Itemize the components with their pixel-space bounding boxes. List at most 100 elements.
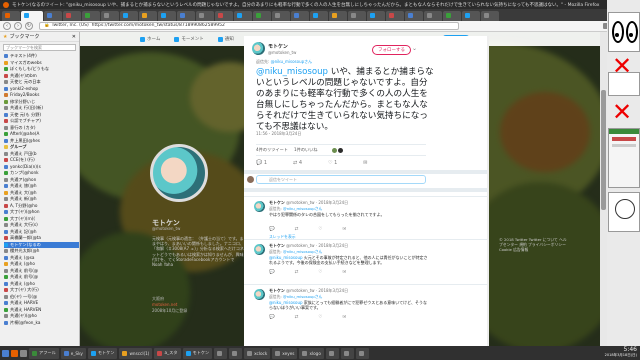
xclock-window[interactable] [608, 192, 640, 232]
taskbar-task[interactable]: xclock [244, 347, 271, 359]
taskbar-task[interactable]: e_Sky [60, 347, 86, 359]
browser-tab[interactable] [462, 11, 480, 21]
url-bar[interactable]: 🔒 Twitter, Inc. (US) https://twitter.com/… [39, 22, 459, 30]
reply-action[interactable]: 💬 1 [256, 160, 267, 166]
terminal-launcher-icon[interactable] [20, 349, 27, 357]
heart-icon[interactable]: ♡ [318, 315, 322, 320]
retweet-action[interactable]: ⇄ 4 [293, 160, 302, 166]
reply-author-handle[interactable]: @motoken_tw · 2018年3月24日 [286, 288, 348, 293]
taskbar-task[interactable]: xeyes [272, 347, 298, 359]
browser-tab[interactable] [405, 11, 423, 21]
reply-author-name[interactable]: モトケン [269, 288, 285, 293]
retweet-icon[interactable]: ⇄ [295, 315, 299, 320]
browser-tab[interactable] [158, 11, 176, 21]
forward-button[interactable]: › [14, 22, 22, 30]
browser-tab[interactable] [329, 11, 347, 21]
heart-icon[interactable]: ♡ [318, 270, 322, 275]
mail-icon[interactable]: ✉ [342, 315, 346, 320]
taskbar-task[interactable]: モトケン [182, 347, 213, 359]
browser-tab[interactable] [120, 11, 138, 21]
heart-icon[interactable]: ♡ [318, 227, 322, 232]
tweet-mention[interactable]: @niku_misosoup [256, 67, 328, 77]
chevron-down-icon[interactable]: ⌄ [412, 45, 417, 52]
reply-author-name[interactable]: モトケン [269, 243, 285, 248]
bookmark-item[interactable]: 片桐(@feon_ka [4, 320, 79, 327]
like-action[interactable]: ♡ 1 [328, 160, 337, 166]
author-handle[interactable]: @motoken_tw [268, 50, 296, 55]
taskbar-task[interactable]: a_スタ [154, 347, 181, 359]
taskbar-task[interactable]: モトケン [87, 347, 118, 359]
back-button[interactable]: ‹ [3, 22, 11, 30]
browser-tab[interactable] [253, 11, 271, 21]
browser-tab[interactable] [139, 11, 157, 21]
taskbar-task[interactable]: wnsccl(1) [119, 347, 153, 359]
taskbar-task[interactable] [214, 347, 228, 359]
browser-tab[interactable] [82, 11, 100, 21]
browser-tab[interactable] [348, 11, 366, 21]
reply-author-handle[interactable]: @motoken_tw · 2018年3月24日 [286, 200, 348, 205]
author-avatar[interactable] [252, 42, 265, 55]
browser-tab[interactable] [215, 11, 233, 21]
retweet-icon[interactable]: ⇄ [295, 270, 299, 275]
close-sidebar-icon[interactable]: ✕ [72, 34, 76, 40]
reply-author-handle[interactable]: @motoken_tw · 2018年3月24日 [286, 243, 348, 248]
twitter-nav-item[interactable]: ホーム [140, 36, 160, 42]
browser-tab[interactable] [44, 11, 62, 21]
mail-icon[interactable]: ✉ [342, 270, 346, 275]
browser-tab[interactable] [272, 11, 290, 21]
firefox-launcher-icon[interactable] [11, 349, 18, 357]
reply-icon[interactable]: 💬 [269, 227, 275, 232]
terminal-window[interactable] [608, 128, 640, 188]
reply-input[interactable]: 返信をツイート [247, 175, 426, 184]
reply-to-mention[interactable]: @niku_misosoupさん [271, 59, 313, 64]
page-scrollbar[interactable] [600, 32, 607, 346]
taskbar-task[interactable] [340, 347, 354, 359]
browser-tab[interactable] [310, 11, 328, 21]
clock[interactable]: 5:46 2018年3月18日(日) [605, 347, 637, 358]
browser-tab[interactable] [234, 11, 252, 21]
taskbar-task[interactable]: アフール [29, 347, 59, 359]
profile-handle[interactable]: @motoken_tw [152, 226, 180, 231]
browser-tab[interactable] [2, 11, 20, 21]
browser-tab[interactable] [101, 11, 119, 21]
mail-icon[interactable]: ✉ [342, 227, 346, 232]
reply-author-name[interactable]: モトケン [269, 200, 285, 205]
reply-avatar[interactable] [254, 244, 265, 255]
browser-tab[interactable] [367, 11, 385, 21]
reply-avatar[interactable] [254, 289, 265, 300]
reply-avatar[interactable] [254, 201, 265, 212]
twitter-nav-item[interactable]: モーメント [174, 36, 204, 42]
browser-tab[interactable] [481, 11, 499, 21]
profile-avatar[interactable] [150, 144, 208, 202]
reload-button[interactable]: ↻ [25, 22, 33, 30]
bookmark-search-input[interactable]: ブックマークを検索 [3, 44, 76, 51]
browser-tab[interactable] [424, 11, 442, 21]
taskbar-task[interactable] [355, 347, 369, 359]
like-count-link[interactable]: 1件のいいね [294, 147, 318, 153]
browser-tab[interactable] [21, 11, 43, 21]
liker-avatar[interactable] [337, 147, 343, 153]
author-name[interactable]: モトケン [268, 43, 296, 50]
reply-to-mention[interactable]: @niku_misosoupさん [283, 206, 322, 211]
start-menu-icon[interactable] [2, 349, 9, 357]
modal-scrollbar[interactable] [487, 36, 489, 346]
scrollbar-thumb[interactable] [601, 90, 606, 210]
twitter-nav-item[interactable]: 通知 [217, 36, 234, 42]
taskbar-task[interactable]: xlogo [299, 347, 324, 359]
taskbar-task[interactable] [229, 347, 243, 359]
reply-tweet[interactable]: モトケン @motoken_tw · 2018年3月24日 返信先: @niku_… [244, 284, 489, 328]
follow-button[interactable]: フォローする [372, 45, 411, 55]
browser-tab[interactable] [443, 11, 461, 21]
reply-icon[interactable]: 💬 [269, 315, 275, 320]
small-window[interactable] [608, 72, 640, 96]
browser-tab[interactable] [196, 11, 214, 21]
reply-to-mention[interactable]: @niku_misosoupさん [283, 294, 322, 299]
reply-tweet[interactable]: モトケン @motoken_tw · 2018年3月24日 返信先: @niku_… [244, 196, 489, 240]
tweet-timestamp[interactable]: 11:56 - 2018年3月24日 [256, 131, 301, 137]
taskbar-task[interactable] [325, 347, 339, 359]
xeyes-window[interactable] [608, 12, 640, 52]
browser-tab[interactable] [63, 11, 81, 21]
reply-icon[interactable]: 💬 [269, 270, 275, 275]
liker-avatar[interactable] [331, 147, 337, 153]
retweet-icon[interactable]: ⇄ [295, 227, 299, 232]
